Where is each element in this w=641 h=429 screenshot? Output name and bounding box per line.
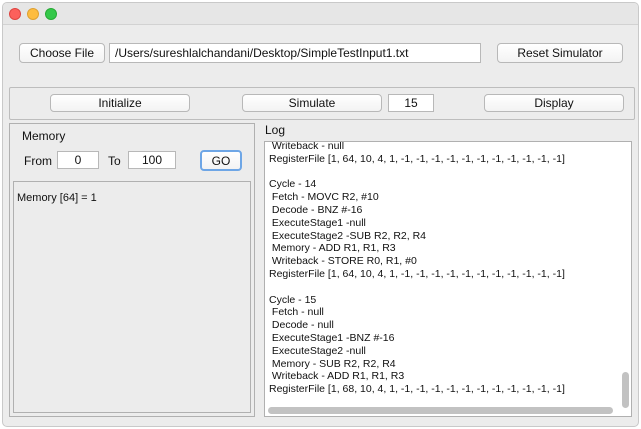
log-line: Decode - BNZ #-16 <box>269 203 363 216</box>
log-line: Writeback - STORE R0, R1, #0 <box>269 255 417 268</box>
title-bar <box>3 3 638 25</box>
file-path-field[interactable]: /Users/sureshlalchandani/Desktop/SimpleT… <box>109 43 481 63</box>
to-label: To <box>108 154 121 168</box>
memory-title: Memory <box>22 129 66 143</box>
from-input[interactable]: 0 <box>57 151 99 169</box>
initialize-button[interactable]: Initialize <box>50 94 190 112</box>
log-horizontal-scrollbar[interactable] <box>268 407 613 414</box>
log-line: Fetch - null <box>269 306 324 319</box>
to-input[interactable]: 100 <box>128 151 176 169</box>
log-line: RegisterFile [1, 64, 10, 4, 1, -1, -1, -… <box>269 152 565 165</box>
controls-panel: Initialize Simulate 15 Display <box>9 87 635 120</box>
log-line: Cycle - 14 <box>269 178 317 191</box>
reset-simulator-button[interactable]: Reset Simulator <box>497 43 623 63</box>
close-window-icon[interactable] <box>9 8 21 20</box>
go-button[interactable]: GO <box>200 150 242 171</box>
log-line: Writeback - ADD R1, R1, R3 <box>269 370 405 383</box>
log-line: Cycle - 15 <box>269 293 317 306</box>
log-line: ExecuteStage2 -SUB R2, R2, R4 <box>269 229 426 242</box>
cycles-input[interactable]: 15 <box>388 94 434 112</box>
minimize-window-icon[interactable] <box>27 8 39 20</box>
memory-panel: Memory From 0 To 100 GO Memory [64] = 1 <box>9 123 255 417</box>
zoom-window-icon[interactable] <box>45 8 57 20</box>
log-line: Writeback - null <box>269 141 345 152</box>
log-content: Writeback - null RegisterFile [1, 64, 10,… <box>269 141 619 396</box>
simulator-window: Choose File /Users/sureshlalchandani/Des… <box>2 2 639 427</box>
simulate-button[interactable]: Simulate <box>242 94 382 112</box>
log-line: ExecuteStage1 -BNZ #-16 <box>269 331 395 344</box>
log-line: ExecuteStage2 -null <box>269 344 366 357</box>
from-label: From <box>24 154 52 168</box>
log-line: Memory - SUB R2, R2, R4 <box>269 357 396 370</box>
display-button[interactable]: Display <box>484 94 624 112</box>
log-line: ExecuteStage1 -null <box>269 216 366 229</box>
log-line: RegisterFile [1, 64, 10, 4, 1, -1, -1, -… <box>269 267 565 280</box>
log-line: Fetch - MOVC R2, #10 <box>269 191 379 204</box>
log-line: Decode - null <box>269 319 334 332</box>
file-panel: Choose File /Users/sureshlalchandani/Des… <box>9 31 635 83</box>
log-line: Memory - ADD R1, R1, R3 <box>269 242 396 255</box>
log-title: Log <box>265 123 286 137</box>
log-line: RegisterFile [1, 68, 10, 4, 1, -1, -1, -… <box>269 383 565 396</box>
log-panel: Log Writeback - null RegisterFile [1, 64,… <box>261 123 635 417</box>
log-vertical-scrollbar[interactable] <box>622 372 629 408</box>
log-text-area[interactable]: Writeback - null RegisterFile [1, 64, 10,… <box>264 141 632 417</box>
memory-output: Memory [64] = 1 <box>13 181 251 413</box>
choose-file-button[interactable]: Choose File <box>19 43 105 63</box>
